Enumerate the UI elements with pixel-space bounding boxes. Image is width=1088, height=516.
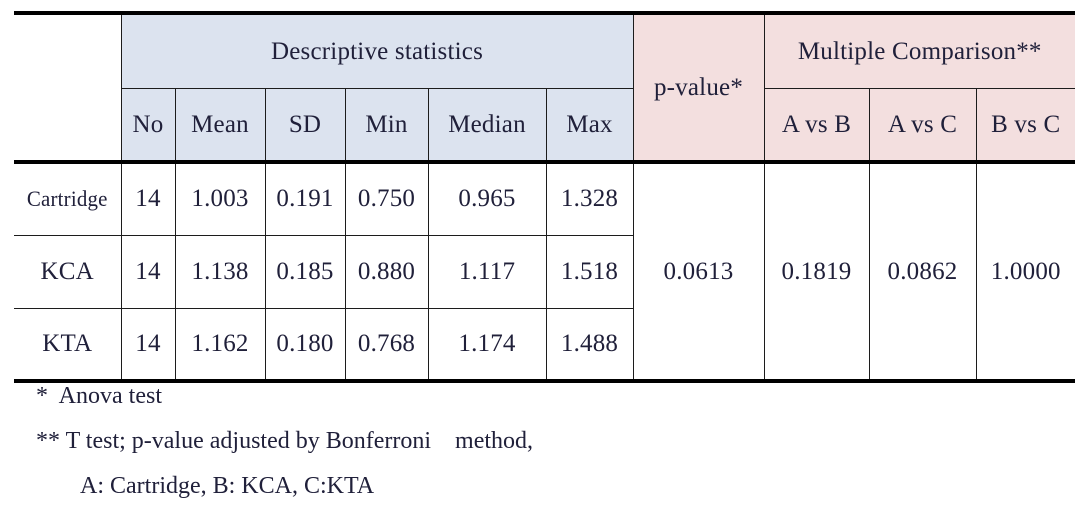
cell-a-vs-c: 0.0862	[868, 160, 977, 382]
footnote-text-ttest: T test; p-value adjusted by Bonferroni m…	[60, 428, 534, 455]
cell-kta-mean: 1.162	[174, 307, 266, 382]
footnote-mark-double: **	[36, 428, 60, 455]
row-label-kta: KTA	[14, 307, 122, 382]
footnote-anova: * Anova test	[36, 383, 1036, 409]
header-col-mean: Mean	[174, 88, 266, 163]
header-col-a-vs-b: A vs B	[763, 88, 870, 163]
header-col-a-vs-c: A vs C	[868, 88, 977, 163]
cell-kta-no: 14	[120, 307, 176, 382]
header-group-row: Descriptive statistics p-value* Multiple…	[14, 12, 1076, 163]
cell-kca-mean: 1.138	[174, 234, 266, 309]
cell-cartridge-sd: 0.191	[264, 160, 346, 236]
header-corner-cell	[14, 13, 122, 163]
footnote-group-key: A: Cartridge, B: KCA, C:KTA	[80, 473, 375, 500]
cell-cartridge-no: 14	[120, 160, 176, 236]
header-col-max: Max	[545, 88, 634, 163]
header-col-median: Median	[427, 88, 547, 163]
cell-kca-median: 1.117	[427, 234, 547, 309]
cell-kta-max: 1.488	[545, 307, 633, 382]
header-col-min: Min	[344, 88, 429, 163]
cell-kca-max: 1.518	[545, 234, 633, 309]
header-col-sd: SD	[264, 88, 346, 163]
cell-kta-min: 0.768	[344, 307, 429, 382]
cell-p-value: 0.0613	[632, 160, 765, 382]
cell-kta-sd: 0.180	[264, 307, 346, 382]
statistics-table-container: Descriptive statistics p-value* Multiple…	[14, 11, 1076, 383]
cell-a-vs-b: 0.1819	[763, 160, 870, 382]
table-body: Cartridge 14 1.003 0.191 0.750 0.965 1.3…	[14, 160, 1076, 382]
header-subcolumn-row: No Mean SD Min Median Max A vs B A vs C …	[14, 88, 1076, 163]
cell-kca-sd: 0.185	[264, 234, 346, 309]
header-group-multiple-comparison: Multiple Comparison**	[763, 12, 1076, 89]
statistics-table: Descriptive statistics p-value* Multiple…	[14, 11, 1076, 383]
header-p-value: p-value*	[632, 12, 765, 163]
cell-cartridge-min: 0.750	[344, 160, 429, 236]
row-label-kca: KCA	[14, 234, 122, 309]
cell-cartridge-max: 1.328	[545, 160, 634, 236]
footnote-ttest: ** T test; p-value adjusted by Bonferron…	[36, 428, 1036, 455]
header-col-b-vs-c: B vs C	[975, 88, 1076, 163]
cell-b-vs-c: 1.0000	[975, 160, 1076, 382]
cell-cartridge-mean: 1.003	[174, 160, 266, 236]
table-header: Descriptive statistics p-value* Multiple…	[14, 12, 1076, 163]
header-group-descriptive-statistics: Descriptive statistics	[120, 12, 634, 89]
footnote-mark-single: *	[36, 383, 48, 409]
cell-cartridge-median: 0.965	[427, 160, 547, 236]
page-root: Descriptive statistics p-value* Multiple…	[0, 0, 1088, 516]
cell-kta-median: 1.174	[427, 307, 547, 382]
header-col-no: No	[121, 88, 176, 163]
footnotes-block: * Anova test ** T test; p-value adjusted…	[36, 383, 1036, 500]
row-label-cartridge: Cartridge	[16, 160, 119, 236]
cell-kca-no: 14	[120, 234, 176, 309]
table-row: Cartridge 14 1.003 0.191 0.750 0.965 1.3…	[14, 160, 1076, 382]
footnote-text-anova: Anova test	[54, 383, 162, 409]
cell-kca-min: 0.880	[344, 234, 429, 309]
